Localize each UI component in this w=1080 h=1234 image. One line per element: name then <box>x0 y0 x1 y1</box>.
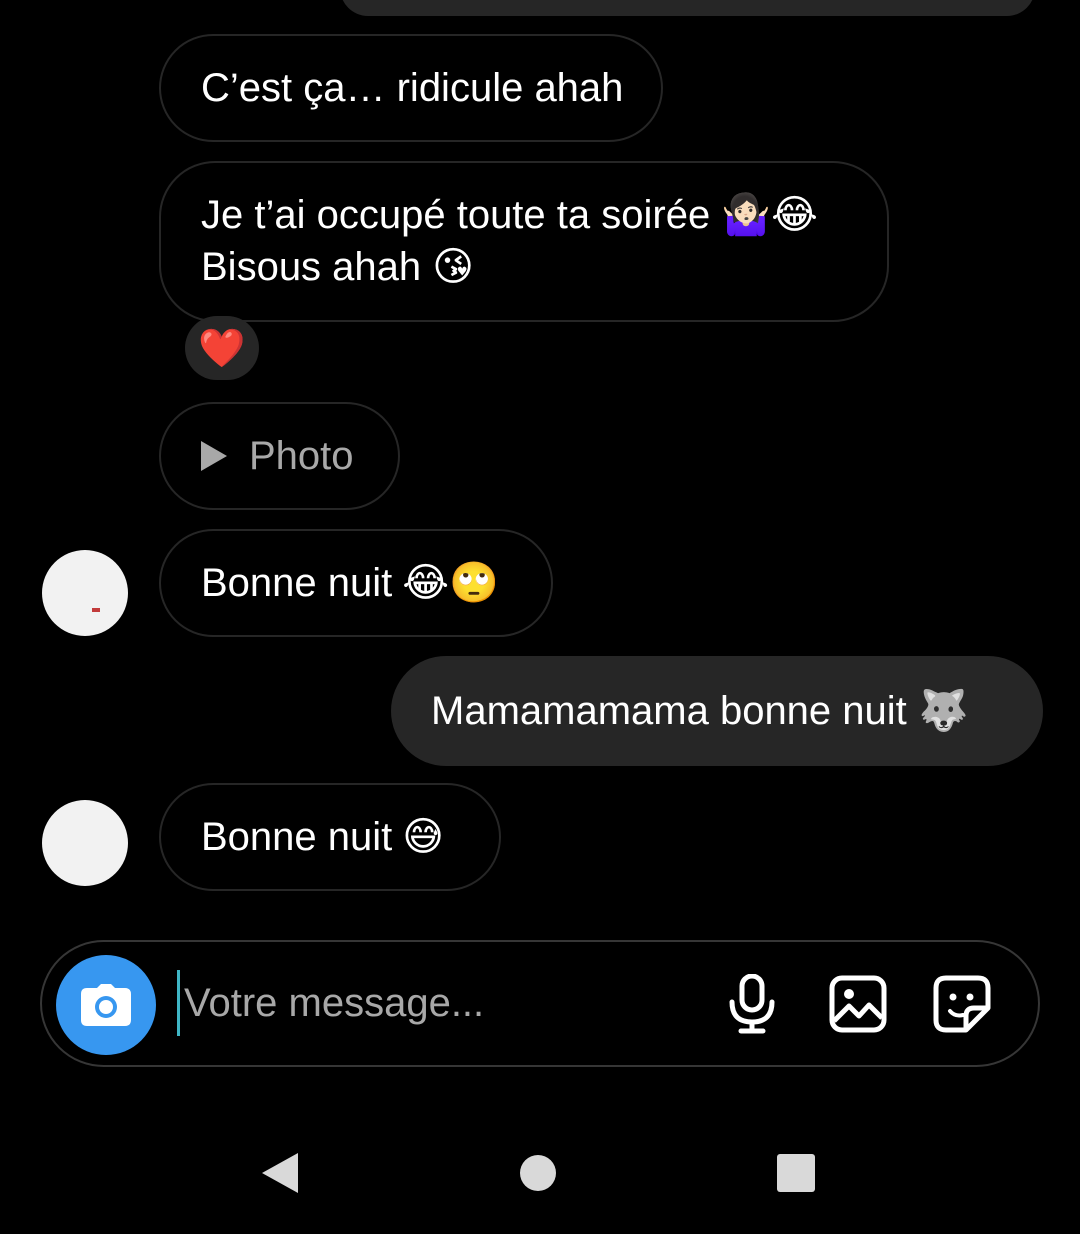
recents-icon <box>777 1154 815 1192</box>
photo-label: Photo <box>249 434 354 478</box>
home-icon <box>520 1155 556 1191</box>
camera-button[interactable] <box>56 955 156 1055</box>
message-emoji: 😅 <box>402 814 444 860</box>
microphone-button[interactable] <box>722 974 782 1034</box>
back-icon <box>262 1153 298 1193</box>
message-emoji: 🐺 <box>918 688 969 734</box>
back-button[interactable] <box>255 1148 305 1198</box>
message-text: Je t’ai occupé toute ta soirée <box>201 193 711 237</box>
message-emoji: 😘 <box>432 244 474 290</box>
home-button[interactable] <box>513 1148 563 1198</box>
received-message[interactable]: Bonne nuit 😅 <box>159 783 501 891</box>
message-text: Bonne nuit <box>201 815 393 859</box>
photo-message[interactable]: Photo <box>159 402 400 510</box>
message-text: C’est ça… ridicule ahah <box>201 66 624 110</box>
microphone-icon <box>729 974 775 1034</box>
message-text: Bonne nuit <box>201 561 393 605</box>
message-composer <box>40 940 1040 1067</box>
play-icon <box>201 441 227 471</box>
sticker-button[interactable] <box>932 974 992 1034</box>
received-message[interactable]: Je t’ai occupé toute ta soirée 🤷🏻‍♀️😂 Bi… <box>159 161 889 322</box>
received-message[interactable]: Bonne nuit 😂🙄 <box>159 529 553 637</box>
message-text: Bisous ahah <box>201 245 422 289</box>
gallery-button[interactable] <box>828 974 888 1034</box>
heart-reaction[interactable]: ❤️ <box>185 316 259 380</box>
message-emoji: 🤷🏻‍♀️😂 <box>721 192 818 238</box>
system-navbar <box>0 1110 1080 1234</box>
camera-icon <box>81 984 131 1026</box>
avatar[interactable] <box>42 550 128 636</box>
gallery-icon <box>829 975 887 1033</box>
message-input[interactable] <box>177 970 704 1036</box>
message-emoji: 😂🙄 <box>402 560 499 606</box>
avatar[interactable] <box>42 800 128 886</box>
received-message[interactable]: C’est ça… ridicule ahah <box>159 34 663 142</box>
sticker-icon <box>933 975 991 1033</box>
recents-button[interactable] <box>771 1148 821 1198</box>
previous-message-bubble <box>340 0 1035 16</box>
message-text: Mamamamama bonne nuit <box>431 689 907 733</box>
sent-message[interactable]: Mamamamama bonne nuit 🐺 <box>391 656 1043 766</box>
